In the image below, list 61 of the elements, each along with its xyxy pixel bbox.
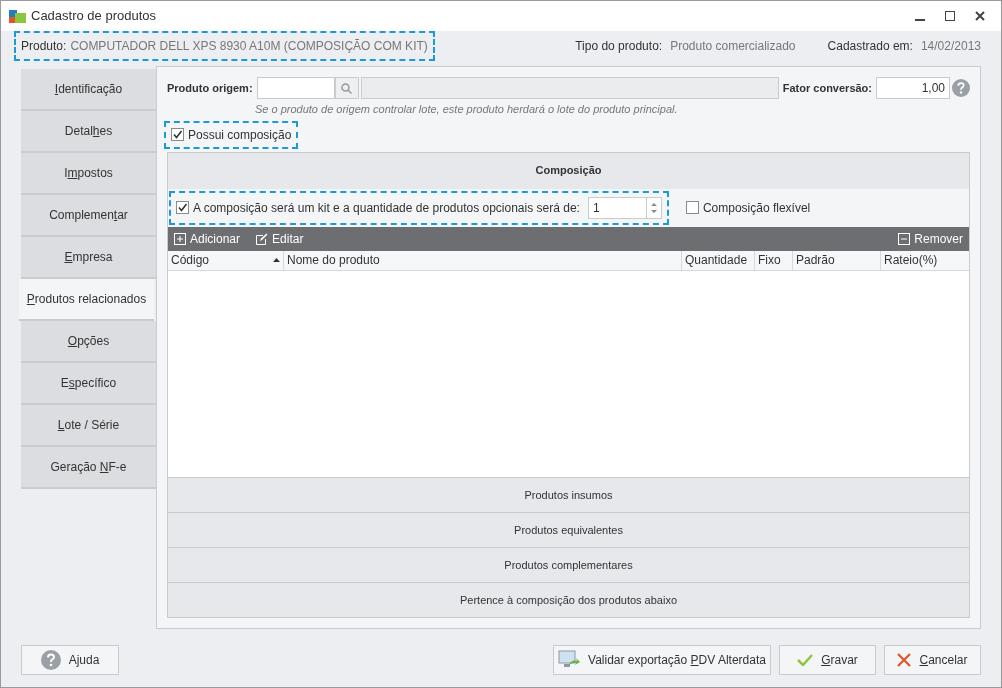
- help-button[interactable]: Ajuda: [21, 645, 119, 675]
- column-header[interactable]: Fixo: [755, 250, 793, 270]
- sort-arrow-icon: [273, 258, 280, 262]
- section-header[interactable]: Produtos equivalentes: [168, 512, 969, 547]
- side-tab[interactable]: Complementar: [21, 195, 156, 237]
- date-label: Cadastrado em:: [827, 38, 913, 55]
- origin-hint: Se o produto de origem controlar lote, este produto herdará o lote do produto principal.: [255, 102, 679, 117]
- product-value: COMPUTADOR DELL XPS 8930 A10M (COMPOSIÇÃO COM KIT): [70, 38, 428, 55]
- minus-box-icon: [898, 232, 911, 245]
- validate-export-button[interactable]: Validar exportação PDV Alterdata: [553, 645, 771, 675]
- close-icon[interactable]: [975, 11, 985, 21]
- has-composition-option[interactable]: Possui composição: [167, 123, 296, 146]
- type-label: Tipo do produto:: [575, 38, 663, 55]
- section-header[interactable]: Produtos complementares: [168, 547, 969, 582]
- quantity-spinner[interactable]: 1: [587, 196, 662, 219]
- edit-button[interactable]: Editar: [256, 229, 304, 248]
- factor-label: Fator conversão:: [782, 80, 872, 96]
- checkbox[interactable]: [176, 201, 189, 214]
- origin-label: Produto origem:: [167, 80, 253, 96]
- side-tab[interactable]: Lote / Série: [21, 405, 156, 447]
- window-title: Cadastro de produtos: [31, 7, 157, 26]
- column-header[interactable]: Nome do produto: [284, 250, 682, 270]
- side-tab[interactable]: Identificação: [21, 69, 156, 111]
- app-icon: [9, 8, 27, 24]
- column-header[interactable]: Rateio(%): [881, 250, 969, 270]
- side-tab[interactable]: Impostos: [21, 153, 156, 195]
- side-tab[interactable]: Específico: [21, 363, 156, 405]
- edit-icon: [256, 232, 269, 245]
- side-tab[interactable]: Geração NF-e: [21, 447, 156, 489]
- kit-option[interactable]: A composição será um kit e a quantidade de produtos opcionais será de: 1: [172, 193, 666, 222]
- help-icon: [40, 650, 61, 670]
- origin-code-field[interactable]: [256, 77, 335, 99]
- checkbox[interactable]: [685, 201, 699, 214]
- date-value: 14/02/2013: [920, 38, 981, 55]
- search-icon: [341, 82, 353, 94]
- side-tab[interactable]: Detalhes: [21, 111, 156, 153]
- type-value: Produto comercializado: [670, 38, 796, 55]
- maximize-icon[interactable]: [945, 11, 955, 21]
- monitor-arrow-icon: [558, 650, 581, 670]
- side-tab[interactable]: Empresa: [21, 237, 156, 279]
- factor-field[interactable]: 1,00: [876, 77, 950, 99]
- checkbox[interactable]: [171, 128, 184, 141]
- add-button[interactable]: Adicionar: [174, 229, 241, 248]
- flexible-option[interactable]: Composição flexível: [685, 198, 811, 217]
- checkmark-icon: [797, 654, 814, 666]
- help-icon[interactable]: [952, 79, 970, 97]
- close-icon: [897, 653, 912, 667]
- column-header[interactable]: Código: [168, 250, 284, 270]
- section-header[interactable]: Pertence à composição dos produtos abaixo: [168, 582, 969, 617]
- product-label: Produto:: [21, 38, 67, 55]
- side-tab[interactable]: Produtos relacionados: [19, 279, 154, 321]
- plus-box-icon: [174, 232, 186, 245]
- spinner-arrows-icon: [650, 201, 657, 214]
- cancel-button[interactable]: Cancelar: [884, 645, 981, 675]
- composition-header: Composição: [168, 152, 969, 189]
- save-button[interactable]: Gravar: [779, 645, 876, 675]
- column-header[interactable]: Quantidade: [682, 250, 755, 270]
- remove-button[interactable]: Remover: [898, 229, 963, 248]
- column-header[interactable]: Padrão: [793, 250, 881, 270]
- side-tab[interactable]: Opções: [21, 321, 156, 363]
- section-header[interactable]: Produtos insumos: [168, 477, 969, 512]
